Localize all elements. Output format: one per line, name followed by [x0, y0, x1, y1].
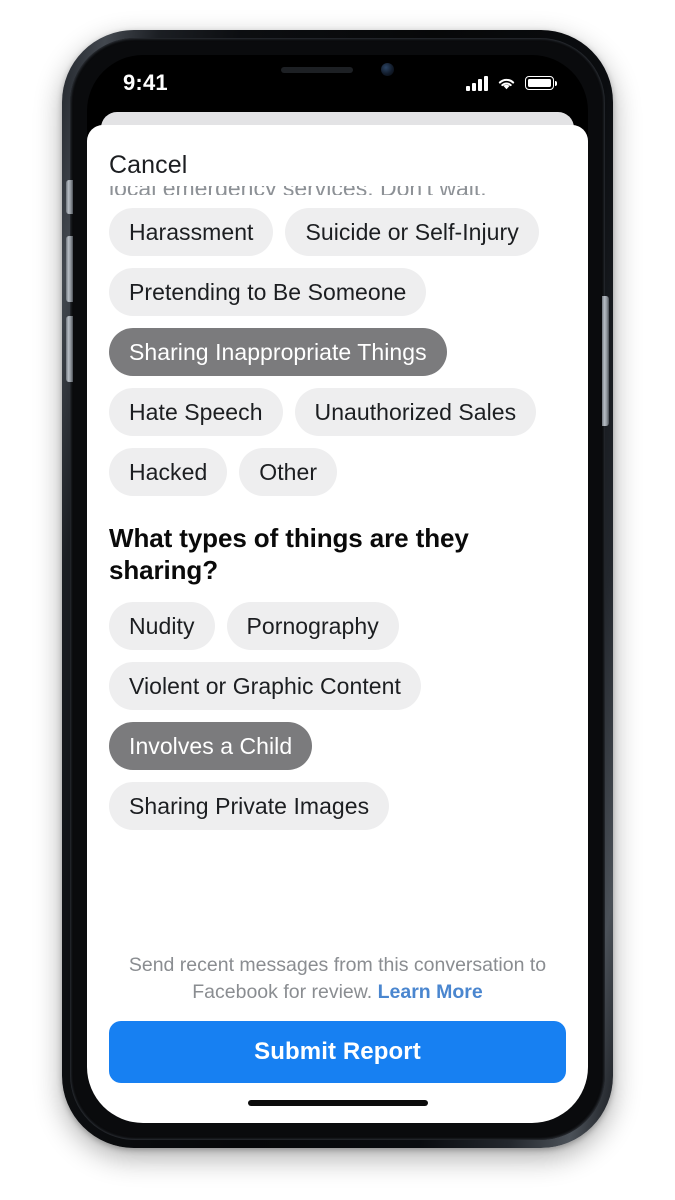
volume-up-button[interactable] — [66, 236, 73, 302]
footer-note-text: Send recent messages from this conversat… — [128, 954, 547, 1003]
content-type-chip[interactable]: Sharing Private Images — [109, 782, 390, 831]
content-type-chip[interactable]: Violent or Graphic Content — [109, 662, 421, 711]
report-reason-chip[interactable]: Hate Speech — [109, 388, 283, 436]
report-sheet: Cancel local emergency services. Don't w… — [87, 125, 588, 1123]
status-bar-icons — [466, 75, 558, 91]
sheet-header: Cancel — [87, 125, 588, 186]
section-heading: What types of things are they sharing? — [109, 523, 469, 585]
mute-switch-button[interactable] — [66, 180, 73, 214]
content-type-chip[interactable]: Involves a Child — [109, 722, 313, 771]
clipped-scrolled-text: local emergency services. Don't wait. — [109, 186, 566, 195]
report-reason-chip[interactable]: Suicide or Self-Injury — [285, 208, 539, 256]
status-bar-time: 9:41 — [123, 70, 168, 95]
home-indicator-area — [87, 1083, 588, 1123]
home-indicator[interactable] — [247, 1100, 428, 1106]
report-reason-chip[interactable]: Other — [239, 448, 338, 496]
report-reason-chip[interactable]: Harassment — [109, 208, 274, 256]
battery-full-icon — [525, 76, 558, 90]
notch — [235, 55, 440, 86]
report-reason-chip-group: Harassment Suicide or Self-Injury Pretendi… — [109, 208, 566, 496]
sheet-footer: Send recent messages from this conversat… — [87, 938, 588, 1083]
report-reason-chip[interactable]: Pretending to Be Someone — [109, 268, 427, 316]
footer-note: Send recent messages from this conversat… — [113, 952, 562, 1005]
report-reason-chip[interactable]: Sharing Inappropriate Things — [109, 328, 447, 376]
cellular-signal-icon — [466, 75, 488, 91]
speaker-grille-icon — [281, 66, 353, 73]
report-reason-chip[interactable]: Hacked — [109, 448, 228, 496]
volume-down-button[interactable] — [66, 316, 73, 382]
wifi-icon — [498, 78, 515, 89]
submit-report-button[interactable]: Submit Report — [109, 1021, 566, 1083]
learn-more-link[interactable]: Learn More — [378, 981, 483, 1003]
cancel-button[interactable]: Cancel — [109, 151, 187, 180]
phone-device-frame: 9:41 Cancel Harassment Suicide or Self-I… — [62, 30, 613, 1148]
phone-screen: 9:41 Cancel Harassment Suicide or Self-I… — [87, 55, 588, 1123]
power-button[interactable] — [602, 296, 609, 426]
content-type-chip[interactable]: Pornography — [226, 602, 399, 651]
content-type-chip-group: Nudity Pornography Violent or Graphic Cont… — [109, 602, 566, 831]
sheet-scroll-body[interactable]: local emergency services. Don't wait. Ha… — [87, 186, 588, 938]
report-reason-chip[interactable]: Unauthorized Sales — [294, 388, 537, 436]
phone-frame-inner-bezel: 9:41 Cancel Harassment Suicide or Self-I… — [66, 38, 609, 1140]
front-camera-icon — [381, 63, 394, 76]
content-type-chip[interactable]: Nudity — [109, 602, 215, 651]
